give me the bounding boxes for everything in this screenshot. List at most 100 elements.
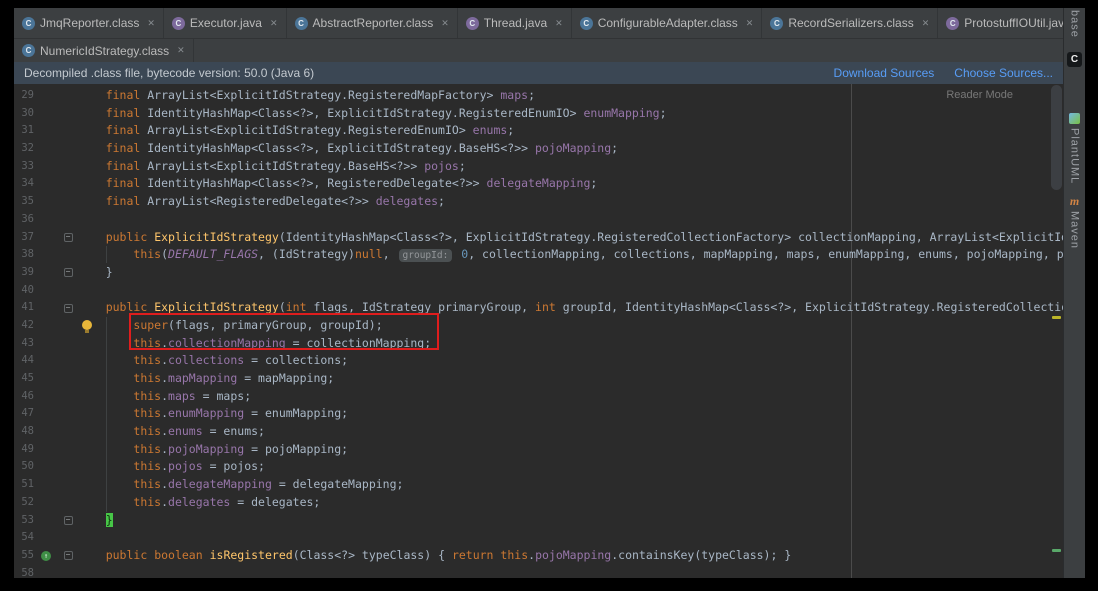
editor-tab-thread-java[interactable]: CThread.java✕: [458, 8, 572, 38]
overriding-method-icon[interactable]: ↑: [41, 551, 51, 561]
code-line-58: 58: [14, 565, 1063, 578]
right-tool-window-bar: base C PlantUML mMaven: [1063, 8, 1085, 578]
line-number: 52: [14, 494, 34, 512]
line-number: 45: [14, 370, 34, 388]
line-number: 48: [14, 423, 34, 441]
fold-column: −: [58, 512, 78, 530]
gutter-icon-slot: ↑: [34, 547, 58, 565]
editor-tab-numericidstrategy-class[interactable]: CNumericIdStrategy.class✕: [14, 39, 194, 62]
gutter-icon-slot: [34, 264, 58, 282]
code-text: public ExplicitIdStrategy(IdentityHashMa…: [78, 229, 1063, 247]
code-text: final ArrayList<ExplicitIdStrategy.BaseH…: [78, 158, 466, 176]
editor-tab-executor-java[interactable]: CExecutor.java✕: [164, 8, 287, 38]
tool-window-button-codota[interactable]: C: [1067, 52, 1082, 67]
line-number: 43: [14, 335, 34, 353]
fold-column: [58, 441, 78, 459]
decompiler-notification-banner: Decompiled .class file, bytecode version…: [14, 62, 1063, 84]
gutter-icon-slot: [34, 122, 58, 140]
tab-close-icon[interactable]: ✕: [441, 18, 449, 29]
fold-column: [58, 405, 78, 423]
caret-block: }: [106, 513, 113, 527]
line-number: 36: [14, 211, 34, 229]
line-number: 30: [14, 105, 34, 123]
line-number: 51: [14, 476, 34, 494]
tab-close-icon[interactable]: ✕: [555, 18, 563, 29]
scrollbar-thumb[interactable]: [1051, 85, 1062, 190]
fold-column: [58, 423, 78, 441]
fold-marker-icon[interactable]: −: [64, 268, 73, 277]
code-line-34: 34 final IdentityHashMap<Class<?>, Regis…: [14, 175, 1063, 193]
fold-column: [58, 140, 78, 158]
gutter-icon-slot: [34, 299, 58, 317]
tab-label: RecordSerializers.class: [788, 16, 913, 30]
code-line-37: 37− public ExplicitIdStrategy(IdentityHa…: [14, 229, 1063, 247]
choose-sources-link[interactable]: Choose Sources...: [954, 66, 1053, 80]
line-number: 33: [14, 158, 34, 176]
tool-window-button-maven[interactable]: mMaven: [1069, 194, 1081, 249]
tool-window-label: base: [1069, 10, 1081, 38]
code-text: final ArrayList<ExplicitIdStrategy.Regis…: [78, 87, 535, 105]
line-number: 50: [14, 458, 34, 476]
reader-mode-link[interactable]: Reader Mode: [946, 89, 1013, 101]
code-text: this.enums = enums;: [78, 423, 265, 441]
editor-tab-bar-row-1: CJmqReporter.class✕CExecutor.java✕CAbstr…: [14, 8, 1063, 38]
gutter-icon-slot: [34, 229, 58, 247]
code-text: this.pojos = pojos;: [78, 458, 265, 476]
fold-column: [58, 388, 78, 406]
code-line-38: 38 this(DEFAULT_FLAGS, (IdStrategy)null,…: [14, 246, 1063, 264]
fold-column: −: [58, 547, 78, 565]
editor-tab-protostuffioutil-java[interactable]: CProtostuffIOUtil.java✕: [938, 8, 1063, 38]
gutter-icon-slot: [34, 335, 58, 353]
class-file-icon: C: [770, 17, 783, 30]
tab-label: Executor.java: [190, 16, 262, 30]
editor-main-column: CJmqReporter.class✕CExecutor.java✕CAbstr…: [14, 8, 1063, 578]
maven-icon: m: [1070, 194, 1079, 209]
code-text: this.delegateMapping = delegateMapping;: [78, 476, 403, 494]
download-sources-link[interactable]: Download Sources: [834, 66, 935, 80]
tab-close-icon[interactable]: ✕: [922, 18, 930, 29]
gutter-icon-slot: [34, 405, 58, 423]
code-editor[interactable]: 29 final ArrayList<ExplicitIdStrategy.Re…: [14, 84, 1063, 578]
code-line-29: 29 final ArrayList<ExplicitIdStrategy.Re…: [14, 87, 1063, 105]
tab-close-icon[interactable]: ✕: [177, 45, 185, 56]
line-number: 29: [14, 87, 34, 105]
tab-label: ConfigurableAdapter.class: [598, 16, 738, 30]
gutter-icon-slot: [34, 175, 58, 193]
editor-tab-recordserializers-class[interactable]: C RecordSerializers.class ✕: [762, 8, 938, 38]
tab-label: NumericIdStrategy.class: [40, 44, 169, 58]
code-line-41: 41− public ExplicitIdStrategy(int flags,…: [14, 299, 1063, 317]
line-number: 44: [14, 352, 34, 370]
line-number: 55: [14, 547, 34, 565]
tab-close-icon[interactable]: ✕: [746, 18, 754, 29]
code-text: this.pojoMapping = pojoMapping;: [78, 441, 348, 459]
fold-marker-icon[interactable]: −: [64, 516, 73, 525]
tool-window-button-base[interactable]: base: [1069, 10, 1081, 38]
code-text: this.enumMapping = enumMapping;: [78, 405, 348, 423]
code-line-44: 44 this.collections = collections;: [14, 352, 1063, 370]
gutter-icon-slot: [34, 494, 58, 512]
tool-window-button-plantuml[interactable]: PlantUML: [1069, 113, 1081, 184]
fold-marker-icon[interactable]: −: [64, 304, 73, 313]
editor-tab-jmqreporter-class[interactable]: CJmqReporter.class✕: [14, 8, 164, 38]
error-stripe-mark[interactable]: [1052, 549, 1061, 552]
code-text: final ArrayList<ExplicitIdStrategy.Regis…: [78, 122, 514, 140]
gutter-icon-slot: [34, 512, 58, 530]
code-lines-container: 29 final ArrayList<ExplicitIdStrategy.Re…: [14, 84, 1063, 578]
gutter-icon-slot: [34, 246, 58, 264]
code-text: this.collections = collections;: [78, 352, 348, 370]
tab-close-icon[interactable]: ✕: [270, 18, 278, 29]
editor-tab-abstractreporter-class[interactable]: CAbstractReporter.class✕: [287, 8, 458, 38]
tab-close-icon[interactable]: ✕: [147, 18, 155, 29]
code-line-35: 35 final ArrayList<RegisteredDelegate<?>…: [14, 193, 1063, 211]
fold-marker-icon[interactable]: −: [64, 233, 73, 242]
error-stripe-mark[interactable]: [1052, 316, 1061, 319]
code-line-31: 31 final ArrayList<ExplicitIdStrategy.Re…: [14, 122, 1063, 140]
code-text: public boolean isRegistered(Class<?> typ…: [78, 547, 791, 565]
code-text: }: [78, 264, 113, 282]
code-text: final IdentityHashMap<Class<?>, Register…: [78, 175, 597, 193]
line-number: 49: [14, 441, 34, 459]
fold-marker-icon[interactable]: −: [64, 551, 73, 560]
gutter-icon-slot: [34, 370, 58, 388]
java-file-icon: C: [946, 17, 959, 30]
editor-tab-configurableadapter-class[interactable]: CConfigurableAdapter.class✕: [572, 8, 763, 38]
